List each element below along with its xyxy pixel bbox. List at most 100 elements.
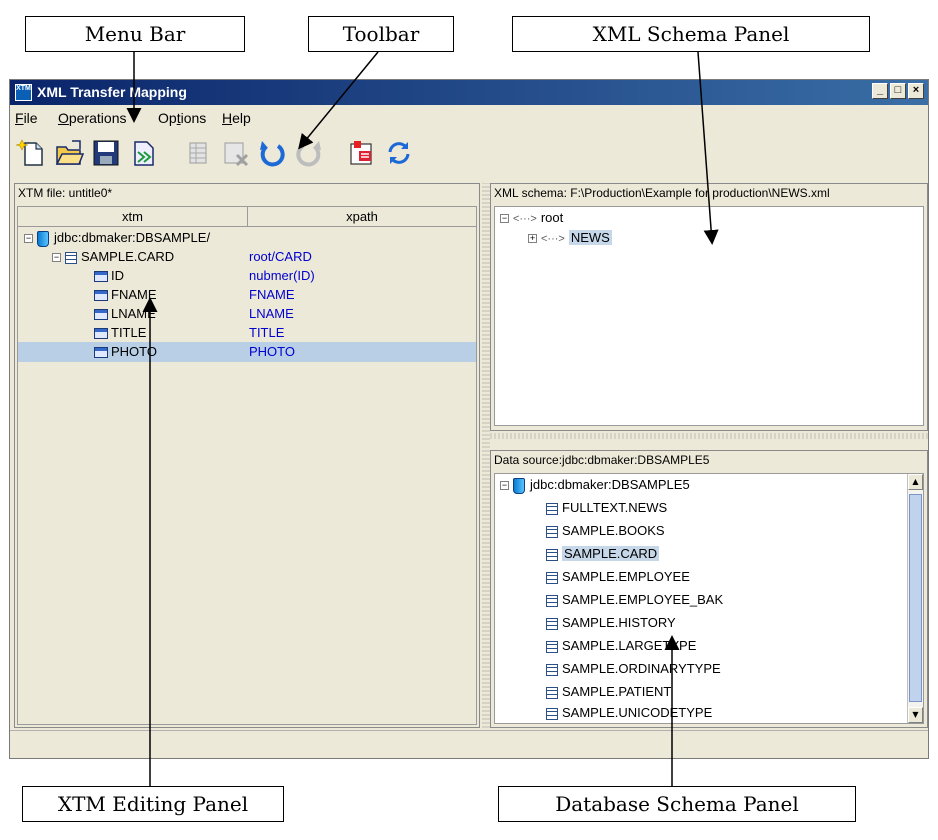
title-bar[interactable]: XTM XML Transfer Mapping _ □ × — [10, 80, 928, 105]
node-label: PHOTO — [111, 344, 157, 359]
xml-schema-panel-callout: XML Schema Panel — [512, 16, 870, 52]
column-header-xtm[interactable]: xtm — [18, 207, 248, 227]
tree-node-table[interactable]: SAMPLE.BOOKS — [546, 522, 665, 540]
redo-button[interactable] — [293, 137, 325, 169]
toolbar-callout: Toolbar — [308, 16, 454, 52]
xtm-file-label: XTM file: untitle0* — [18, 186, 113, 200]
tree-node-table[interactable]: SAMPLE.PATIENT — [546, 683, 671, 701]
redo-icon — [296, 141, 321, 167]
xml-schema-panel: XML schema: F:\Production\Example for pr… — [490, 183, 928, 431]
minimize-button[interactable]: _ — [872, 83, 888, 99]
tree-node-news[interactable]: + <···> NEWS — [528, 229, 612, 247]
menu-bar-callout: Menu Bar — [25, 16, 245, 52]
database-icon — [37, 230, 49, 247]
tree-node-table[interactable]: SAMPLE.UNICODETYPE — [546, 704, 712, 722]
node-label: LNAME — [111, 306, 156, 321]
table-icon — [546, 640, 558, 653]
tree-node-root[interactable]: − <···> root — [500, 209, 563, 227]
scroll-up-icon[interactable]: ▲ — [908, 474, 923, 490]
column-icon — [94, 309, 108, 321]
menu-operations[interactable]: Operations — [58, 110, 126, 126]
xtm-editing-panel: XTM file: untitle0* xtm xpath − jdbc:dbma… — [14, 183, 480, 728]
table-icon — [546, 571, 558, 584]
tree-node-table[interactable]: SAMPLE.EMPLOYEE_BAK — [546, 591, 723, 609]
xpath-value[interactable]: nubmer(ID) — [249, 266, 315, 285]
table-button[interactable] — [182, 137, 214, 169]
collapse-icon[interactable]: − — [52, 253, 61, 263]
table-row[interactable]: FNAME FNAME — [18, 285, 476, 305]
xtm-mapping-table[interactable]: xtm xpath − jdbc:dbmaker:DBSAMPLE/ − SAMPL… — [17, 206, 477, 725]
toolbar — [10, 131, 928, 175]
tree-node-datasource[interactable]: − jdbc:dbmaker:DBSAMPLE5 — [500, 476, 690, 494]
collapse-icon[interactable]: − — [24, 234, 33, 244]
vertical-splitter[interactable] — [482, 183, 490, 728]
xpath-value[interactable]: root/CARD — [249, 247, 312, 266]
xpath-value[interactable]: FNAME — [249, 285, 295, 304]
tree-node-table[interactable]: SAMPLE.ORDINARYTYPE — [546, 660, 721, 678]
maximize-button[interactable]: □ — [890, 83, 906, 99]
column-icon — [94, 271, 108, 283]
tree-node-table[interactable]: SAMPLE.HISTORY — [546, 614, 676, 632]
scroll-thumb[interactable] — [909, 494, 922, 702]
table-row[interactable]: − SAMPLE.CARD root/CARD — [18, 247, 476, 267]
expand-icon[interactable]: + — [528, 234, 537, 244]
menu-help[interactable]: Help — [222, 110, 251, 126]
xpath-value[interactable]: PHOTO — [249, 342, 295, 361]
refresh-icon — [388, 142, 410, 164]
menu-bar: File Operations Options Help — [10, 106, 928, 128]
save-as-icon — [134, 141, 154, 166]
table-row[interactable]: LNAME LNAME — [18, 304, 476, 324]
element-icon: <···> — [541, 233, 565, 245]
tree-node-table[interactable]: FULLTEXT.NEWS — [546, 499, 667, 517]
table-row[interactable]: ID nubmer(ID) — [18, 266, 476, 286]
open-folder-icon — [55, 140, 85, 165]
table-icon — [546, 548, 558, 561]
xtm-editing-panel-callout: XTM Editing Panel — [22, 786, 284, 822]
xpath-value[interactable]: TITLE — [249, 323, 284, 342]
delete-button[interactable] — [219, 137, 251, 169]
table-icon — [65, 251, 77, 264]
refresh-button[interactable] — [383, 137, 415, 169]
table-row[interactable]: TITLE TITLE — [18, 323, 476, 343]
menu-options[interactable]: Options — [158, 110, 206, 126]
tree-node-table[interactable]: SAMPLE.EMPLOYEE — [546, 568, 690, 586]
vertical-scrollbar[interactable]: ▲ ▼ — [907, 474, 923, 723]
scroll-down-icon[interactable]: ▼ — [908, 707, 923, 723]
undo-icon — [260, 141, 285, 167]
table-icon — [546, 594, 558, 607]
save-button[interactable] — [90, 137, 122, 169]
xml-schema-label: XML schema: F:\Production\Example for pr… — [494, 186, 830, 200]
database-schema-tree[interactable]: − jdbc:dbmaker:DBSAMPLE5 FULLTEXT.NEWS SA… — [494, 473, 924, 724]
app-window: XTM XML Transfer Mapping _ □ × File Oper… — [9, 79, 929, 759]
table-row-selected[interactable]: PHOTO PHOTO — [18, 342, 476, 362]
xml-schema-tree[interactable]: − <···> root + <···> NEWS — [494, 206, 924, 426]
column-icon — [94, 290, 108, 302]
save-as-button[interactable] — [127, 137, 159, 169]
open-button[interactable] — [53, 137, 85, 169]
convert-button[interactable] — [346, 137, 378, 169]
data-source-label: Data source:jdbc:dbmaker:DBSAMPLE5 — [494, 453, 710, 467]
xtm-app-icon: XTM — [15, 84, 32, 101]
column-header-xpath[interactable]: xpath — [248, 207, 476, 227]
delete-icon — [224, 142, 249, 167]
menu-file[interactable]: File — [15, 110, 38, 126]
tree-node-table[interactable]: SAMPLE.LARGETYPE — [546, 637, 696, 655]
database-schema-panel: Data source:jdbc:dbmaker:DBSAMPLE5 − jdbc… — [490, 450, 928, 728]
undo-button[interactable] — [256, 137, 288, 169]
node-label: TITLE — [111, 325, 147, 340]
node-label: ID — [111, 268, 124, 283]
new-file-button[interactable] — [15, 137, 48, 169]
horizontal-splitter[interactable] — [490, 433, 928, 439]
collapse-icon[interactable]: − — [500, 214, 509, 224]
table-row[interactable]: − jdbc:dbmaker:DBSAMPLE/ — [18, 228, 476, 248]
database-icon — [513, 477, 525, 494]
collapse-icon[interactable]: − — [500, 481, 509, 491]
tree-node-table-highlighted[interactable]: SAMPLE.CARD — [546, 545, 660, 563]
close-button[interactable]: × — [908, 83, 924, 99]
xpath-value[interactable]: LNAME — [249, 304, 294, 323]
table-icon — [546, 525, 558, 538]
element-icon: <···> — [513, 213, 537, 225]
save-disk-icon — [93, 140, 119, 166]
node-label: jdbc:dbmaker:DBSAMPLE/ — [54, 230, 211, 245]
table-icon — [546, 707, 558, 720]
